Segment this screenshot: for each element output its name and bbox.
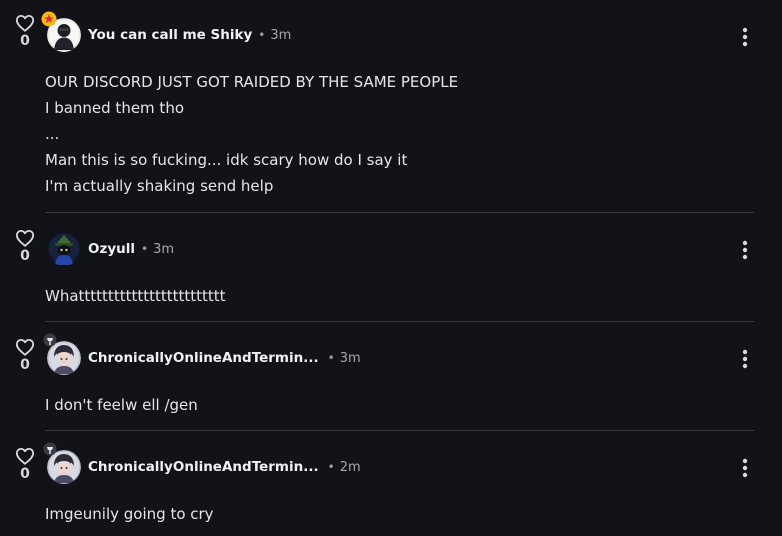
divider: [45, 321, 754, 322]
username-link[interactable]: Ozyull: [88, 241, 135, 257]
timestamp: 3m: [270, 28, 292, 43]
heart-outline-icon[interactable]: [15, 229, 35, 247]
like-count: 0: [20, 357, 30, 373]
pin-badge-icon: [43, 442, 57, 456]
heart-outline-icon[interactable]: [15, 338, 35, 356]
timestamp: 3m: [339, 351, 361, 366]
pin-badge-icon: [43, 333, 57, 347]
star-badge-icon: [41, 11, 57, 27]
separator-dot: •: [327, 460, 335, 474]
comment-feed: 0 You can call me Shiky • 3m OUR DISCORD…: [0, 0, 782, 536]
comment-body: I don't feelw ell /gen: [45, 392, 198, 418]
comment-line: Whattttttttttttttttttttttttt: [45, 287, 226, 305]
avatar[interactable]: [43, 333, 81, 375]
avatar[interactable]: [43, 442, 81, 484]
timestamp: 3m: [153, 242, 175, 257]
avatar-image: [47, 232, 81, 266]
comment-header: You can call me Shiky • 3m: [88, 26, 291, 44]
separator-dot: •: [141, 242, 149, 256]
vertical-ellipsis-icon[interactable]: [738, 26, 752, 48]
comment-body: Imgeunily going to cry: [45, 501, 214, 527]
comment-line: I don't feelw ell /gen: [45, 396, 198, 414]
heart-outline-icon[interactable]: [15, 447, 35, 465]
like-control[interactable]: 0: [12, 14, 38, 49]
divider: [45, 212, 754, 213]
comment-body: Whattttttttttttttttttttttttt: [45, 283, 226, 309]
username-link[interactable]: ChronicallyOnlineAndTermin...: [88, 350, 319, 366]
comment-line: Man this is so fucking... idk scary how …: [45, 151, 408, 169]
comment-line: ...: [45, 125, 60, 143]
avatar[interactable]: [47, 232, 81, 266]
comment-line: OUR DISCORD JUST GOT RAIDED BY THE SAME …: [45, 73, 459, 91]
vertical-ellipsis-icon[interactable]: [738, 348, 752, 370]
comment-header: Ozyull • 3m: [88, 240, 174, 258]
like-control[interactable]: 0: [12, 338, 38, 373]
comment-header: ChronicallyOnlineAndTermin... • 2m: [88, 458, 361, 476]
separator-dot: •: [258, 28, 266, 42]
timestamp: 2m: [339, 460, 361, 475]
like-control[interactable]: 0: [12, 447, 38, 482]
comment-body: OUR DISCORD JUST GOT RAIDED BY THE SAME …: [45, 69, 458, 199]
like-count: 0: [20, 33, 30, 49]
divider: [45, 430, 754, 431]
like-count: 0: [20, 248, 30, 264]
username-link[interactable]: ChronicallyOnlineAndTermin...: [88, 459, 319, 475]
separator-dot: •: [327, 351, 335, 365]
like-count: 0: [20, 466, 30, 482]
comment-line: Imgeunily going to cry: [45, 505, 214, 523]
avatar[interactable]: [41, 11, 81, 52]
username-link[interactable]: You can call me Shiky: [88, 27, 252, 43]
comment-header: ChronicallyOnlineAndTermin... • 3m: [88, 349, 361, 367]
comment-line: I banned them tho: [45, 99, 184, 117]
vertical-ellipsis-icon[interactable]: [738, 457, 752, 479]
heart-outline-icon[interactable]: [15, 14, 35, 32]
vertical-ellipsis-icon[interactable]: [738, 239, 752, 261]
like-control[interactable]: 0: [12, 229, 38, 264]
comment-line: I'm actually shaking send help: [45, 177, 274, 195]
